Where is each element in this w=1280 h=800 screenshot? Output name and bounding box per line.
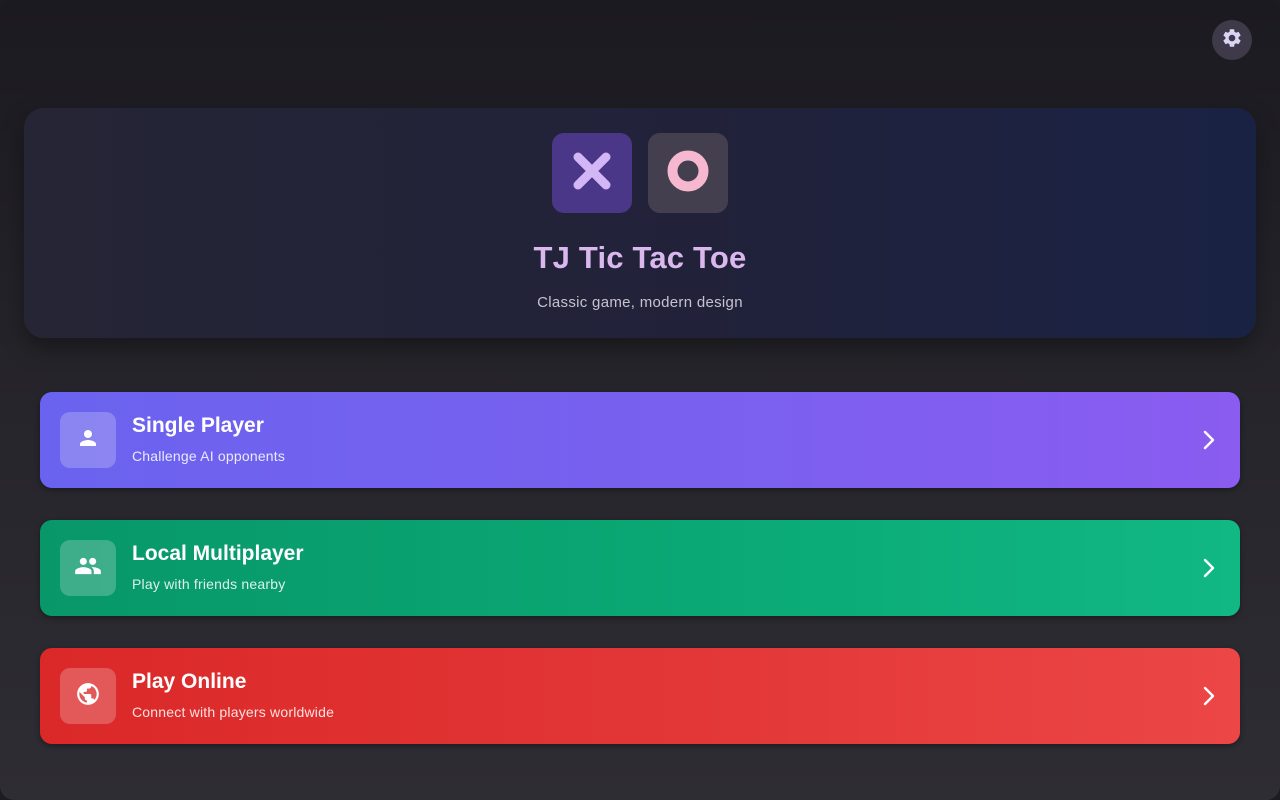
app-subtitle: Classic game, modern design xyxy=(537,294,743,311)
settings-button[interactable] xyxy=(1212,20,1252,60)
local-multiplayer-icon-box xyxy=(60,540,116,596)
play-online-title: Play Online xyxy=(132,670,247,693)
people-icon xyxy=(74,552,102,585)
gear-icon xyxy=(1221,27,1243,54)
hero-banner: TJ Tic Tac Toe Classic game, modern desi… xyxy=(24,108,1256,338)
chevron-right-icon xyxy=(1198,556,1220,580)
o-tile xyxy=(648,133,728,213)
play-online-subtitle: Connect with players worldwide xyxy=(132,704,335,720)
play-online-icon-box xyxy=(60,668,116,724)
single-player-subtitle: Challenge AI opponents xyxy=(132,448,286,464)
single-player-title: Single Player xyxy=(132,414,264,437)
single-player-button[interactable]: Single Player Challenge AI opponents xyxy=(40,392,1240,488)
local-multiplayer-title: Local Multiplayer xyxy=(132,542,304,565)
o-mark-icon xyxy=(665,148,711,199)
globe-icon xyxy=(75,681,101,712)
app-window: TJ Tic Tac Toe Classic game, modern desi… xyxy=(0,0,1280,800)
x-mark-icon xyxy=(570,149,614,198)
local-multiplayer-subtitle: Play with friends nearby xyxy=(132,576,286,592)
local-multiplayer-button[interactable]: Local Multiplayer Play with friends near… xyxy=(40,520,1240,616)
chevron-right-icon xyxy=(1198,428,1220,452)
person-icon xyxy=(76,426,100,455)
app-title: TJ Tic Tac Toe xyxy=(533,240,747,275)
play-online-button[interactable]: Play Online Connect with players worldwi… xyxy=(40,648,1240,744)
x-tile xyxy=(552,133,632,213)
chevron-right-icon xyxy=(1198,684,1220,708)
single-player-icon-box xyxy=(60,412,116,468)
